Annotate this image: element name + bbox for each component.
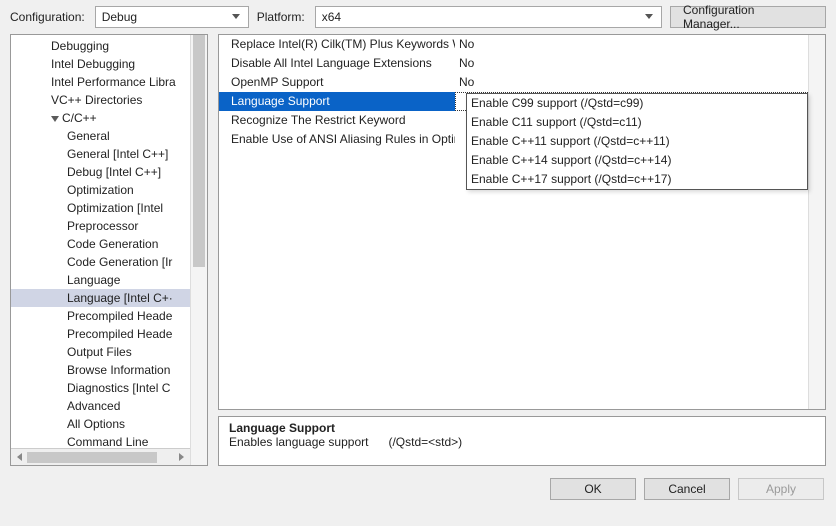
tree-item[interactable]: C/C++: [11, 109, 190, 127]
tree-item[interactable]: All Options: [11, 415, 190, 433]
tree-item[interactable]: Preprocessor: [11, 217, 190, 235]
tree-item[interactable]: Precompiled Heade: [11, 325, 190, 343]
tree-item-label: Optimization [Intel: [67, 201, 163, 215]
property-name: OpenMP Support: [219, 73, 455, 92]
platform-combo[interactable]: x64: [315, 6, 662, 28]
scroll-right-icon[interactable]: [174, 450, 190, 465]
tree-item[interactable]: General: [11, 127, 190, 145]
tree-item-label: Language [Intel C+·: [67, 291, 173, 305]
platform-value: x64: [322, 10, 641, 24]
tree-item[interactable]: Optimization [Intel: [11, 199, 190, 217]
property-value[interactable]: No: [455, 73, 808, 92]
tree-item-label: Optimization: [67, 183, 134, 197]
configuration-value: Debug: [102, 10, 228, 24]
property-name: Enable Use of ANSI Aliasing Rules in Opt…: [219, 130, 455, 149]
chevron-down-icon[interactable]: [51, 116, 59, 122]
tree-item[interactable]: Intel Performance Libra: [11, 73, 190, 91]
property-name: Replace Intel(R) Cilk(TM) Plus Keywords …: [219, 35, 455, 54]
property-grid[interactable]: Replace Intel(R) Cilk(TM) Plus Keywords …: [218, 34, 826, 410]
property-value[interactable]: No: [455, 35, 808, 54]
tree-item[interactable]: Debug [Intel C++]: [11, 163, 190, 181]
configuration-manager-button[interactable]: Configuration Manager...: [670, 6, 826, 28]
tree-item[interactable]: General [Intel C++]: [11, 145, 190, 163]
tree-item[interactable]: Language [Intel C+·: [11, 289, 190, 307]
chevron-down-icon: [641, 9, 657, 25]
tree-item-label: Intel Debugging: [51, 57, 135, 71]
tree-item-label: Preprocessor: [67, 219, 138, 233]
description-panel: Language Support Enables language suppor…: [218, 416, 826, 466]
tree-item-label: Diagnostics [Intel C: [67, 381, 170, 395]
tree-item-label: All Options: [67, 417, 125, 431]
tree-item-label: C/C++: [62, 111, 97, 125]
tree-item[interactable]: Command Line: [11, 433, 190, 448]
tree-item[interactable]: Optimization: [11, 181, 190, 199]
language-support-dropdown[interactable]: Enable C99 support (/Qstd=c99)Enable C11…: [466, 93, 808, 190]
scrollbar-thumb[interactable]: [27, 452, 157, 463]
tree-item-label: General [Intel C++]: [67, 147, 168, 161]
apply-button[interactable]: Apply: [738, 478, 824, 500]
tree-item-label: Output Files: [67, 345, 132, 359]
property-row[interactable]: Replace Intel(R) Cilk(TM) Plus Keywords …: [219, 35, 808, 54]
tree-item-label: Code Generation: [67, 237, 158, 251]
tree-item-label: Advanced: [67, 399, 120, 413]
dropdown-option[interactable]: Enable C++17 support (/Qstd=c++17): [467, 170, 807, 189]
description-title: Language Support: [229, 421, 815, 435]
tree-item[interactable]: Debugging: [11, 37, 190, 55]
platform-label: Platform:: [257, 10, 305, 24]
tree-item[interactable]: Language: [11, 271, 190, 289]
tree-item-label: Precompiled Heade: [67, 327, 172, 341]
tree-item-label: Intel Performance Libra: [51, 75, 176, 89]
tree-item[interactable]: Code Generation: [11, 235, 190, 253]
property-name: Language Support: [219, 92, 455, 111]
nav-tree[interactable]: Debugging Intel Debugging Intel Performanc…: [10, 34, 208, 466]
tree-item[interactable]: Browse Information: [11, 361, 190, 379]
dropdown-option[interactable]: Enable C11 support (/Qstd=c11): [467, 113, 807, 132]
tree-item-label: Precompiled Heade: [67, 309, 172, 323]
scroll-left-icon[interactable]: [11, 450, 27, 465]
property-row[interactable]: Disable All Intel Language ExtensionsNo: [219, 54, 808, 73]
configuration-label: Configuration:: [10, 10, 85, 24]
grid-vertical-scrollbar[interactable]: [808, 35, 825, 409]
property-row[interactable]: OpenMP SupportNo: [219, 73, 808, 92]
property-value[interactable]: No: [455, 54, 808, 73]
tree-item-label: VC++ Directories: [51, 93, 142, 107]
cancel-button[interactable]: Cancel: [644, 478, 730, 500]
configuration-combo[interactable]: Debug: [95, 6, 249, 28]
tree-item[interactable]: VC++ Directories: [11, 91, 190, 109]
tree-item[interactable]: Advanced: [11, 397, 190, 415]
tree-item-label: Browse Information: [67, 363, 170, 377]
tree-item[interactable]: Precompiled Heade: [11, 307, 190, 325]
tree-item-label: General: [67, 129, 110, 143]
tree-item-label: Debug [Intel C++]: [67, 165, 161, 179]
tree-item[interactable]: Diagnostics [Intel C: [11, 379, 190, 397]
dropdown-option[interactable]: Enable C++14 support (/Qstd=c++14): [467, 151, 807, 170]
top-toolbar: Configuration: Debug Platform: x64 Confi…: [0, 0, 836, 34]
property-name: Recognize The Restrict Keyword: [219, 111, 455, 130]
chevron-down-icon: [228, 9, 244, 25]
dropdown-option[interactable]: Enable C++11 support (/Qstd=c++11): [467, 132, 807, 151]
property-name: Disable All Intel Language Extensions: [219, 54, 455, 73]
tree-item[interactable]: Output Files: [11, 343, 190, 361]
tree-item-label: Command Line: [67, 435, 148, 448]
dropdown-option[interactable]: Enable C99 support (/Qstd=c99): [467, 94, 807, 113]
tree-horizontal-scrollbar[interactable]: [11, 448, 190, 465]
scrollbar-thumb[interactable]: [193, 35, 205, 267]
tree-item-label: Code Generation [Ir: [67, 255, 172, 269]
ok-button[interactable]: OK: [550, 478, 636, 500]
description-text: Enables language support (/Qstd=<std>): [229, 435, 815, 449]
tree-item-label: Language: [67, 273, 120, 287]
tree-vertical-scrollbar[interactable]: [190, 35, 207, 465]
tree-item[interactable]: Intel Debugging: [11, 55, 190, 73]
tree-item-label: Debugging: [51, 39, 109, 53]
tree-item[interactable]: Code Generation [Ir: [11, 253, 190, 271]
dialog-buttons: OK Cancel Apply: [0, 472, 836, 508]
